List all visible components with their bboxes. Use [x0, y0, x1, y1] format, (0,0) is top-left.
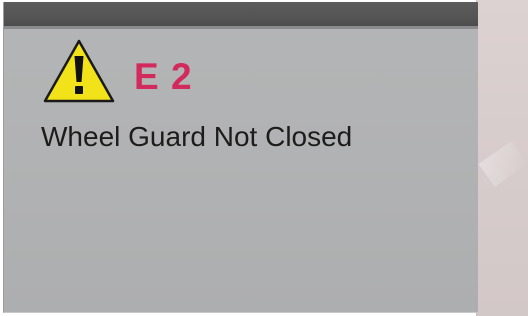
warning-triangle-icon	[43, 39, 115, 103]
title-bar	[4, 2, 478, 26]
error-code: E 2	[134, 56, 193, 97]
error-screen: E 2 Wheel Guard Not Closed	[0, 0, 528, 316]
error-panel: E 2 Wheel Guard Not Closed	[3, 2, 478, 313]
error-message: Wheel Guard Not Closed	[41, 121, 353, 152]
background-edge	[476, 0, 528, 316]
divider	[4, 26, 478, 29]
